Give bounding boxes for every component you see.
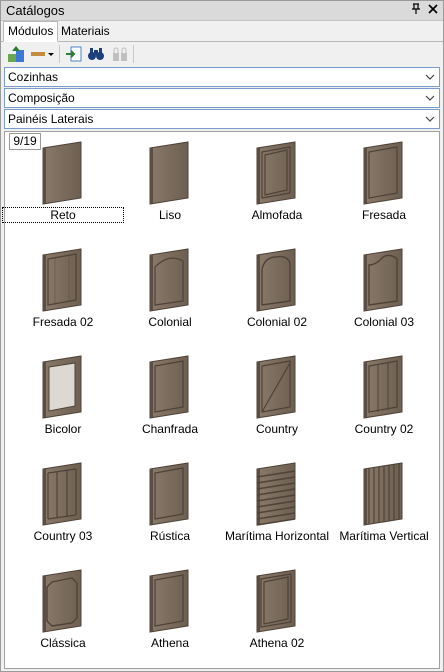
tab-strip: Módulos Materiais xyxy=(1,21,443,42)
module-item-label: Athena xyxy=(150,636,190,650)
module-item[interactable]: Reto xyxy=(2,136,124,236)
module-item-label: Marítima Vertical xyxy=(339,529,429,543)
disabled-locks-icon xyxy=(111,45,129,63)
panel-thumbnail xyxy=(41,354,85,420)
module-item[interactable]: Athena 02 xyxy=(227,564,327,664)
module-item[interactable]: Colonial 02 xyxy=(227,243,327,343)
panel-thumbnail xyxy=(41,568,85,634)
toolbar-separator xyxy=(59,45,60,63)
module-item[interactable]: Marítima Vertical xyxy=(334,457,434,557)
panel-thumbnail xyxy=(148,568,192,634)
panel-thumbnail xyxy=(362,247,406,313)
module-item[interactable]: Fresada 02 xyxy=(13,243,113,343)
panel-thumbnail xyxy=(148,140,192,206)
subcategory-select[interactable]: Composição xyxy=(4,88,440,108)
module-item[interactable]: Liso xyxy=(120,136,220,236)
panel-thumbnail xyxy=(255,247,299,313)
module-item-label: Almofada xyxy=(251,208,303,222)
module-item[interactable]: Bicolor xyxy=(13,350,113,450)
module-item[interactable]: Rústica xyxy=(120,457,220,557)
group-select[interactable]: Painéis Laterais xyxy=(4,109,440,129)
module-item-label: Fresada xyxy=(361,208,407,222)
insert-options-icon[interactable] xyxy=(31,45,55,63)
module-grid: 9/19 Reto Liso Almofada Fresada Fresada 02 Co… xyxy=(2,131,440,669)
panel-thumbnail xyxy=(148,461,192,527)
import-icon[interactable] xyxy=(65,45,83,63)
panel-titlebar: Catálogos xyxy=(1,1,443,21)
module-item[interactable]: Country 03 xyxy=(13,457,113,557)
module-item-label: Clássica xyxy=(40,636,86,650)
module-item-label: Country 03 xyxy=(33,529,93,543)
module-item[interactable]: Marítima Horizontal xyxy=(225,457,329,557)
panel-title: Catálogos xyxy=(6,3,65,18)
module-item[interactable]: Colonial 03 xyxy=(334,243,434,343)
load-catalog-icon[interactable] xyxy=(7,45,25,63)
module-item[interactable]: Colonial xyxy=(120,243,220,343)
module-item-label: Country 02 xyxy=(354,422,414,436)
panel-thumbnail xyxy=(148,247,192,313)
panel-thumbnail xyxy=(255,461,299,527)
catalog-panel: Catálogos Módulos Materiais Cozinhas Com… xyxy=(0,0,444,672)
chevron-down-icon xyxy=(425,95,435,101)
panel-thumbnail xyxy=(362,140,406,206)
module-item-label: Athena 02 xyxy=(249,636,305,650)
module-item[interactable]: Fresada xyxy=(334,136,434,236)
pin-icon[interactable] xyxy=(409,3,423,17)
panel-thumbnail xyxy=(362,354,406,420)
close-icon[interactable] xyxy=(426,3,440,17)
module-item-label: Colonial 02 xyxy=(246,315,308,329)
module-item-label: Bicolor xyxy=(44,422,82,436)
module-item[interactable]: Almofada xyxy=(227,136,327,236)
panel-thumbnail xyxy=(255,568,299,634)
module-item-label: Marítima Horizontal xyxy=(224,529,330,543)
panel-thumbnail xyxy=(255,354,299,420)
module-item-label: Fresada 02 xyxy=(32,315,94,329)
panel-thumbnail xyxy=(362,461,406,527)
panel-thumbnail xyxy=(148,354,192,420)
toolbar xyxy=(1,42,443,66)
module-item-label: Country xyxy=(255,422,299,436)
module-item-label: Liso xyxy=(158,208,181,222)
search-binoculars-icon[interactable] xyxy=(87,45,105,63)
category-select-value: Cozinhas xyxy=(8,70,59,84)
module-item[interactable]: Chanfrada xyxy=(120,350,220,450)
module-item-label: Rústica xyxy=(149,529,190,543)
tab-materiais[interactable]: Materiais xyxy=(57,22,114,40)
panel-thumbnail xyxy=(41,247,85,313)
module-item-label: Chanfrada xyxy=(141,422,199,436)
panel-thumbnail xyxy=(41,140,85,206)
group-select-value: Painéis Laterais xyxy=(8,112,94,126)
chevron-down-icon xyxy=(425,74,435,80)
module-item[interactable]: Clássica xyxy=(13,564,113,664)
panel-thumbnail xyxy=(255,140,299,206)
module-item-label: Colonial xyxy=(148,315,192,329)
tab-modulos[interactable]: Módulos xyxy=(3,21,59,42)
subcategory-select-value: Composição xyxy=(8,91,75,105)
toolbar-separator xyxy=(133,45,134,63)
panel-thumbnail xyxy=(41,461,85,527)
chevron-down-icon xyxy=(425,116,435,122)
module-item-label: Colonial 03 xyxy=(353,315,415,329)
module-item[interactable]: Country xyxy=(227,350,327,450)
module-item-label: Reto xyxy=(2,207,124,223)
module-item[interactable]: Athena xyxy=(120,564,220,664)
category-select[interactable]: Cozinhas xyxy=(4,67,440,87)
module-item[interactable]: Country 02 xyxy=(334,350,434,450)
